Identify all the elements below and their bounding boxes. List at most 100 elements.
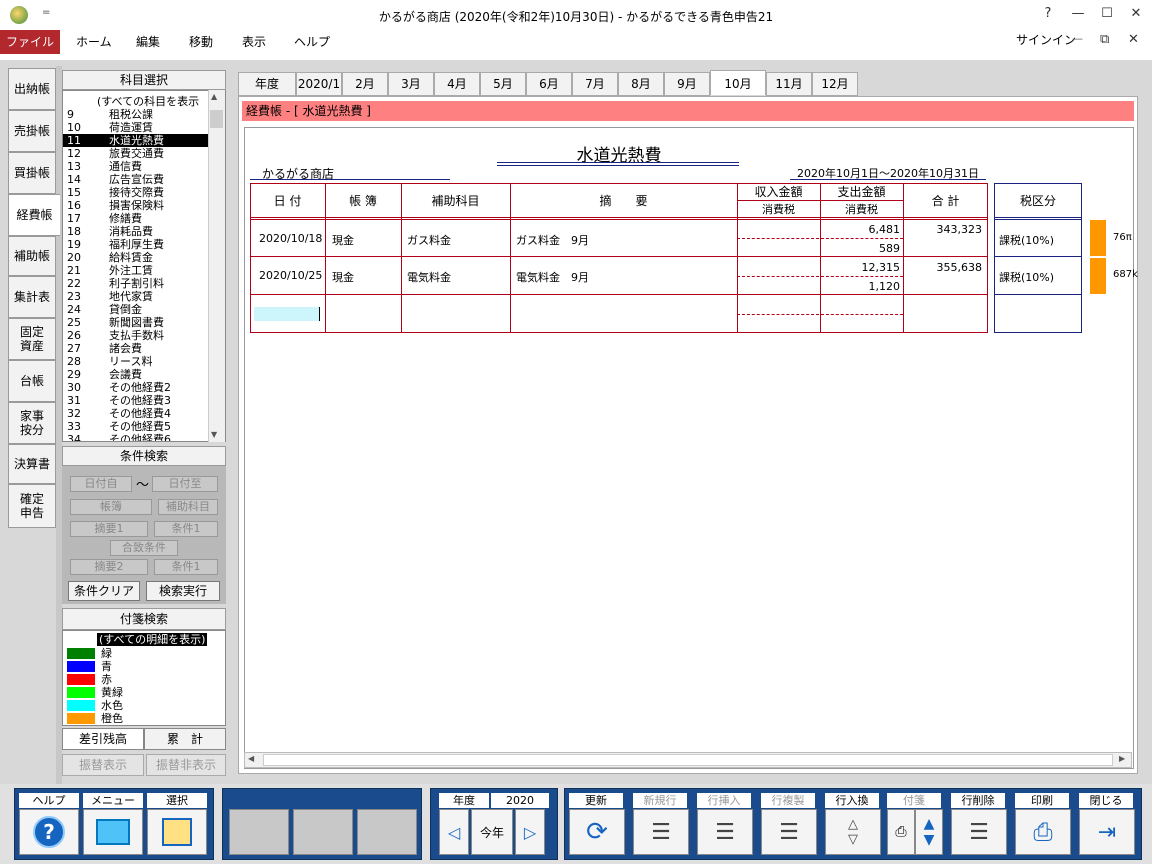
row2-memo[interactable]: 電気料金 9月 bbox=[516, 269, 589, 285]
select-button[interactable] bbox=[147, 809, 207, 855]
account-item[interactable]: 21 外注工賃 bbox=[63, 264, 209, 277]
sidebar-tab-payable[interactable]: 買掛帳 bbox=[8, 152, 56, 194]
tag-show-all[interactable]: (すべての明細を表示) bbox=[97, 633, 208, 646]
sidebar-tab-expense[interactable]: 経費帳 bbox=[8, 194, 60, 236]
cumulative-tab[interactable]: 累 計 bbox=[144, 728, 226, 750]
account-item[interactable]: 26 支払手数料 bbox=[63, 329, 209, 342]
menu-home[interactable]: ホーム bbox=[76, 30, 112, 54]
sidebar-tab-subledger[interactable]: 補助帳 bbox=[8, 236, 56, 276]
search-button[interactable]: 検索実行 bbox=[146, 581, 220, 601]
month-tab[interactable]: 2020/1月 bbox=[296, 72, 342, 113]
hscroll-thumb[interactable] bbox=[263, 754, 1113, 766]
account-item[interactable]: 20 給料賃金 bbox=[63, 251, 209, 264]
account-list-scrollbar[interactable]: ▲ ▼ bbox=[208, 90, 225, 442]
account-item[interactable]: 12 旅費交通費 bbox=[63, 147, 209, 160]
insert-row-button[interactable]: ☰ bbox=[697, 809, 753, 855]
sidebar-tab-register[interactable]: 台帳 bbox=[8, 360, 56, 402]
sidebar-tab-cashbook[interactable]: 出納帳 bbox=[8, 68, 56, 110]
new-row-button[interactable]: ☰ bbox=[633, 809, 689, 855]
account-list[interactable]: (すべての科目を表示 9 租税公課 10 荷造運賃 11 水道光熱費 12 旅費交通費 13 通信… bbox=[62, 90, 226, 442]
row1-date[interactable]: 2020/10/18 bbox=[259, 232, 322, 245]
ledger-table[interactable]: 日 付 帳 簿 補助科目 摘 要 収入金額 支出金額 消費税 消費税 合 計 2… bbox=[250, 183, 988, 333]
refresh-button[interactable]: ⟳ bbox=[569, 809, 625, 855]
sidebar-tab-receivable[interactable]: 売掛帳 bbox=[8, 110, 56, 152]
sidebar-tab-fixed-assets[interactable]: 固定 資産 bbox=[8, 318, 56, 360]
date-from-field[interactable]: 日付自 bbox=[70, 476, 132, 492]
tag-move-button[interactable]: ▲ ▼ bbox=[915, 809, 943, 855]
next-year-button[interactable]: ▷ bbox=[515, 809, 545, 855]
row1-expense[interactable]: 6,481 bbox=[822, 223, 901, 236]
row1-book[interactable]: 現金 bbox=[332, 232, 354, 248]
cond2-select[interactable]: 条件1 bbox=[154, 559, 218, 575]
account-item[interactable]: 19 福利厚生費 bbox=[63, 238, 209, 251]
signin-link[interactable]: サインイン bbox=[1016, 30, 1076, 50]
account-item[interactable]: 24 貸倒金 bbox=[63, 303, 209, 316]
help-button[interactable]: ? bbox=[19, 809, 79, 855]
restore-icon[interactable]: ⧉ bbox=[1100, 32, 1109, 47]
memo1-field[interactable]: 摘要1 bbox=[70, 521, 148, 537]
month-tab[interactable]: 12月 bbox=[812, 72, 858, 96]
scroll-up-icon[interactable]: ▲ bbox=[211, 92, 217, 101]
account-item[interactable]: 16 損害保険料 bbox=[63, 199, 209, 212]
account-show-all[interactable]: (すべての科目を表示 bbox=[63, 95, 209, 108]
date-to-field[interactable]: 日付至 bbox=[152, 476, 218, 492]
row1-memo[interactable]: ガス料金 9月 bbox=[516, 232, 589, 248]
account-item[interactable]: 28 リース料 bbox=[63, 355, 209, 368]
row2-book[interactable]: 現金 bbox=[332, 269, 354, 285]
tax-class-table[interactable]: 税区分 課税(10%) 課税(10%) bbox=[994, 183, 1082, 333]
account-item[interactable]: 22 利子割引料 bbox=[63, 277, 209, 290]
book-select[interactable]: 帳簿 bbox=[70, 499, 152, 515]
month-tab[interactable]: 4月 bbox=[434, 72, 480, 96]
month-tab[interactable]: 5月 bbox=[480, 72, 526, 96]
row1-expense-tax[interactable]: 589 bbox=[822, 242, 900, 255]
month-tab[interactable]: 8月 bbox=[618, 72, 664, 96]
file-menu[interactable]: ファイル bbox=[0, 30, 60, 54]
row2-date[interactable]: 2020/10/25 bbox=[259, 269, 322, 282]
account-item[interactable]: 14 広告宣伝費 bbox=[63, 173, 209, 186]
copy-row-button[interactable]: ☰ bbox=[761, 809, 817, 855]
account-item[interactable]: 29 会議費 bbox=[63, 368, 209, 381]
account-item[interactable]: 31 その他経費3 bbox=[63, 394, 209, 407]
account-item[interactable]: 10 荷造運賃 bbox=[63, 121, 209, 134]
diff-balance-tab[interactable]: 差引残高 bbox=[62, 728, 144, 750]
menu-button[interactable] bbox=[83, 809, 143, 855]
row2-tag-marker[interactable] bbox=[1090, 258, 1106, 294]
account-item[interactable]: 9 租税公課 bbox=[63, 108, 209, 121]
ribbon-minimize-icon[interactable]: — bbox=[1072, 32, 1083, 45]
row1-tag-marker[interactable] bbox=[1090, 220, 1106, 256]
account-item[interactable]: 34 その他経費6 bbox=[63, 433, 209, 441]
cond1-select[interactable]: 条件1 bbox=[154, 521, 218, 537]
row1-sub-account[interactable]: ガス料金 bbox=[407, 232, 451, 248]
scroll-left-icon[interactable]: ◀ bbox=[248, 754, 254, 763]
row2-tax-class[interactable]: 課税(10%) bbox=[999, 269, 1054, 285]
account-item[interactable]: 13 通信費 bbox=[63, 160, 209, 173]
sidebar-tab-statements[interactable]: 決算書 bbox=[8, 444, 56, 484]
scroll-right-icon[interactable]: ▶ bbox=[1119, 754, 1125, 763]
account-item[interactable]: 15 接待交際費 bbox=[63, 186, 209, 199]
doc-close-icon[interactable]: ✕ bbox=[1128, 32, 1139, 47]
swap-row-button[interactable]: △ ▽ bbox=[825, 809, 881, 855]
row2-sub-account[interactable]: 電気料金 bbox=[407, 269, 451, 285]
sidebar-tab-household[interactable]: 家事 按分 bbox=[8, 402, 56, 444]
new-row-date-input[interactable] bbox=[254, 307, 320, 321]
month-tab[interactable]: 年度 bbox=[238, 72, 296, 96]
close-button[interactable]: ⇥ bbox=[1079, 809, 1135, 855]
month-tab[interactable]: 7月 bbox=[572, 72, 618, 96]
maximize-icon[interactable]: ☐ bbox=[1097, 6, 1117, 24]
clear-conditions-button[interactable]: 条件クリア bbox=[68, 581, 140, 601]
close-icon[interactable]: ✕ bbox=[1126, 6, 1146, 24]
month-tab[interactable]: 9月 bbox=[664, 72, 710, 96]
account-item[interactable]: 11 水道光熱費 bbox=[63, 134, 209, 147]
sidebar-tab-summary[interactable]: 集計表 bbox=[8, 276, 56, 318]
month-tab[interactable]: 6月 bbox=[526, 72, 572, 96]
account-item[interactable]: 23 地代家賃 bbox=[63, 290, 209, 303]
account-item[interactable]: 27 諸会費 bbox=[63, 342, 209, 355]
this-year-button[interactable]: 今年 bbox=[471, 809, 513, 855]
scroll-thumb[interactable] bbox=[210, 110, 223, 128]
sub-account-select[interactable]: 補助科目 bbox=[158, 499, 218, 515]
help-icon[interactable]: ? bbox=[1038, 6, 1058, 24]
memo2-field[interactable]: 摘要2 bbox=[70, 559, 148, 575]
account-item[interactable]: 25 新聞図書費 bbox=[63, 316, 209, 329]
transfer-hide-button[interactable]: 振替非表示 bbox=[146, 754, 226, 776]
match-select[interactable]: 合致条件 bbox=[110, 540, 178, 556]
